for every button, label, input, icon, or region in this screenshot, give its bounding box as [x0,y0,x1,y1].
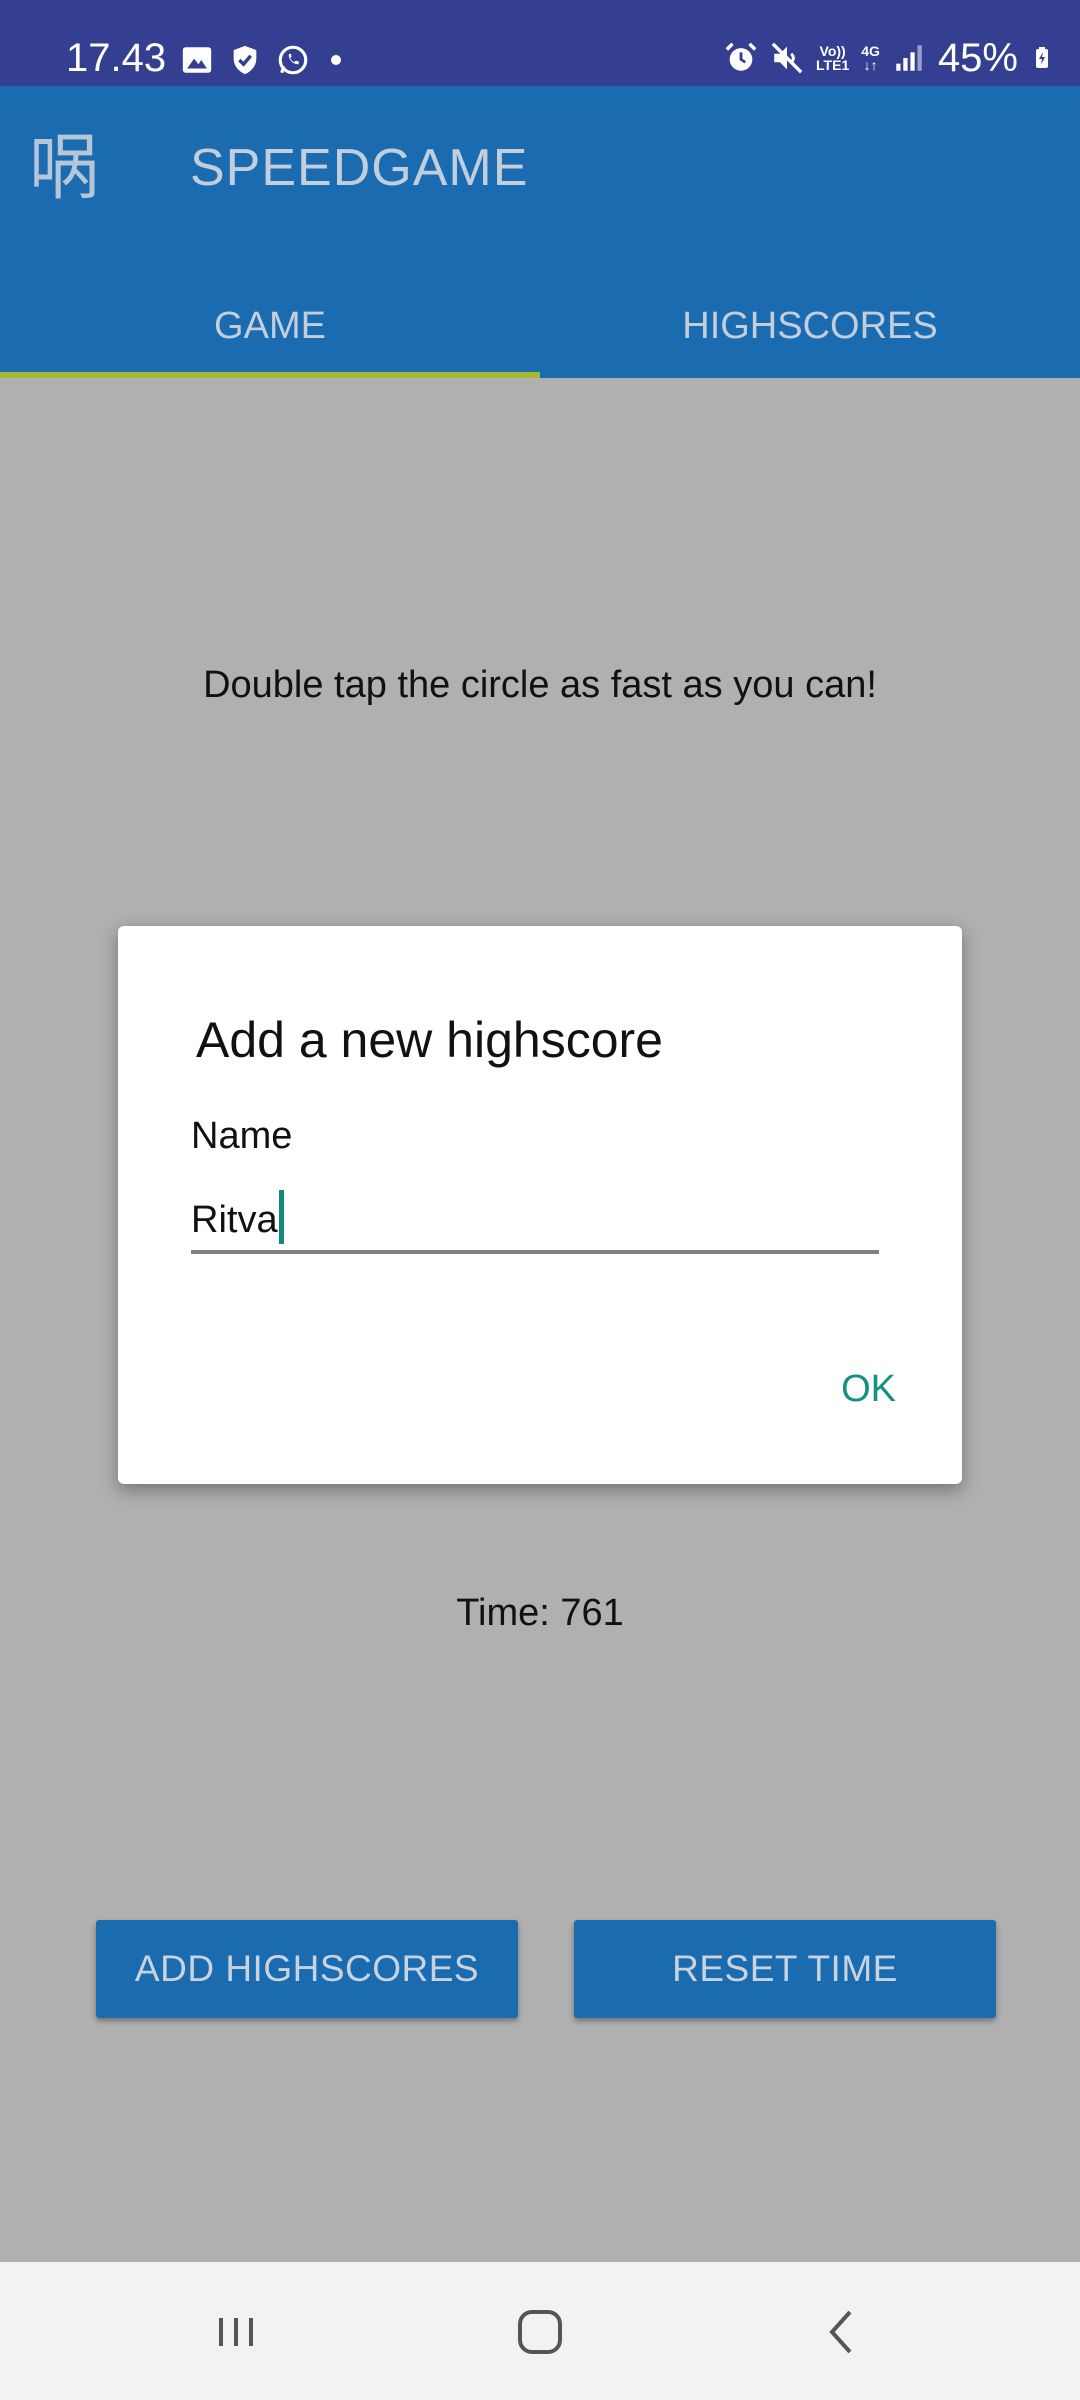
network-type-text: 4G [861,43,880,59]
whatsapp-icon [278,45,308,75]
battery-percent: 45% [937,36,1018,80]
status-left-icons [180,40,348,80]
app-bar: 㖞 SPEEDGAME GAME HIGHSCORES [0,86,1080,378]
dialog-title: Add a new highscore [196,1012,663,1068]
tab-game[interactable]: GAME [0,284,540,378]
status-bar: 17.43 Vo)) LTE1 4G ↓↑ 45% [0,0,1080,86]
back-icon[interactable] [812,2302,872,2362]
recent-apps-icon[interactable] [206,2302,266,2362]
app-logo-icon: 㖞 [28,126,101,210]
volte-bottom-text: LTE1 [816,57,850,73]
alarm-icon [725,42,757,71]
status-time: 17.43 [66,36,167,80]
4g-icon: 4G ↓↑ [861,43,880,73]
mute-icon [771,42,803,74]
signal-icon [896,45,922,71]
text-cursor [279,1190,284,1244]
tab-bar: GAME HIGHSCORES [0,284,1080,378]
volte-icon: Vo)) LTE1 [816,44,849,72]
tab-indicator [0,372,540,378]
name-input[interactable] [191,1194,879,1246]
home-icon[interactable] [510,2302,570,2362]
shield-icon [233,45,257,75]
reset-time-button[interactable]: RESET TIME [574,1920,996,2018]
status-right-icons: Vo)) LTE1 4G ↓↑ 45% [724,36,1054,80]
instruction-text: Double tap the circle as fast as you can… [203,664,877,706]
app-title: SPEEDGAME [190,139,529,197]
dot-icon [331,55,341,65]
add-highscore-dialog: Add a new highscore Name OK [118,926,962,1484]
ok-button[interactable]: OK [841,1366,896,1412]
volte-top-text: Vo)) [819,43,846,59]
image-icon [182,47,212,73]
time-text: Time: 761 [456,1592,624,1634]
battery-charging-icon [1036,47,1048,68]
tab-highscores[interactable]: HIGHSCORES [540,284,1080,378]
input-underline [191,1250,879,1254]
navigation-bar [0,2262,1080,2400]
name-label: Name [191,1115,293,1157]
add-highscores-button[interactable]: ADD HIGHSCORES [96,1920,518,2018]
